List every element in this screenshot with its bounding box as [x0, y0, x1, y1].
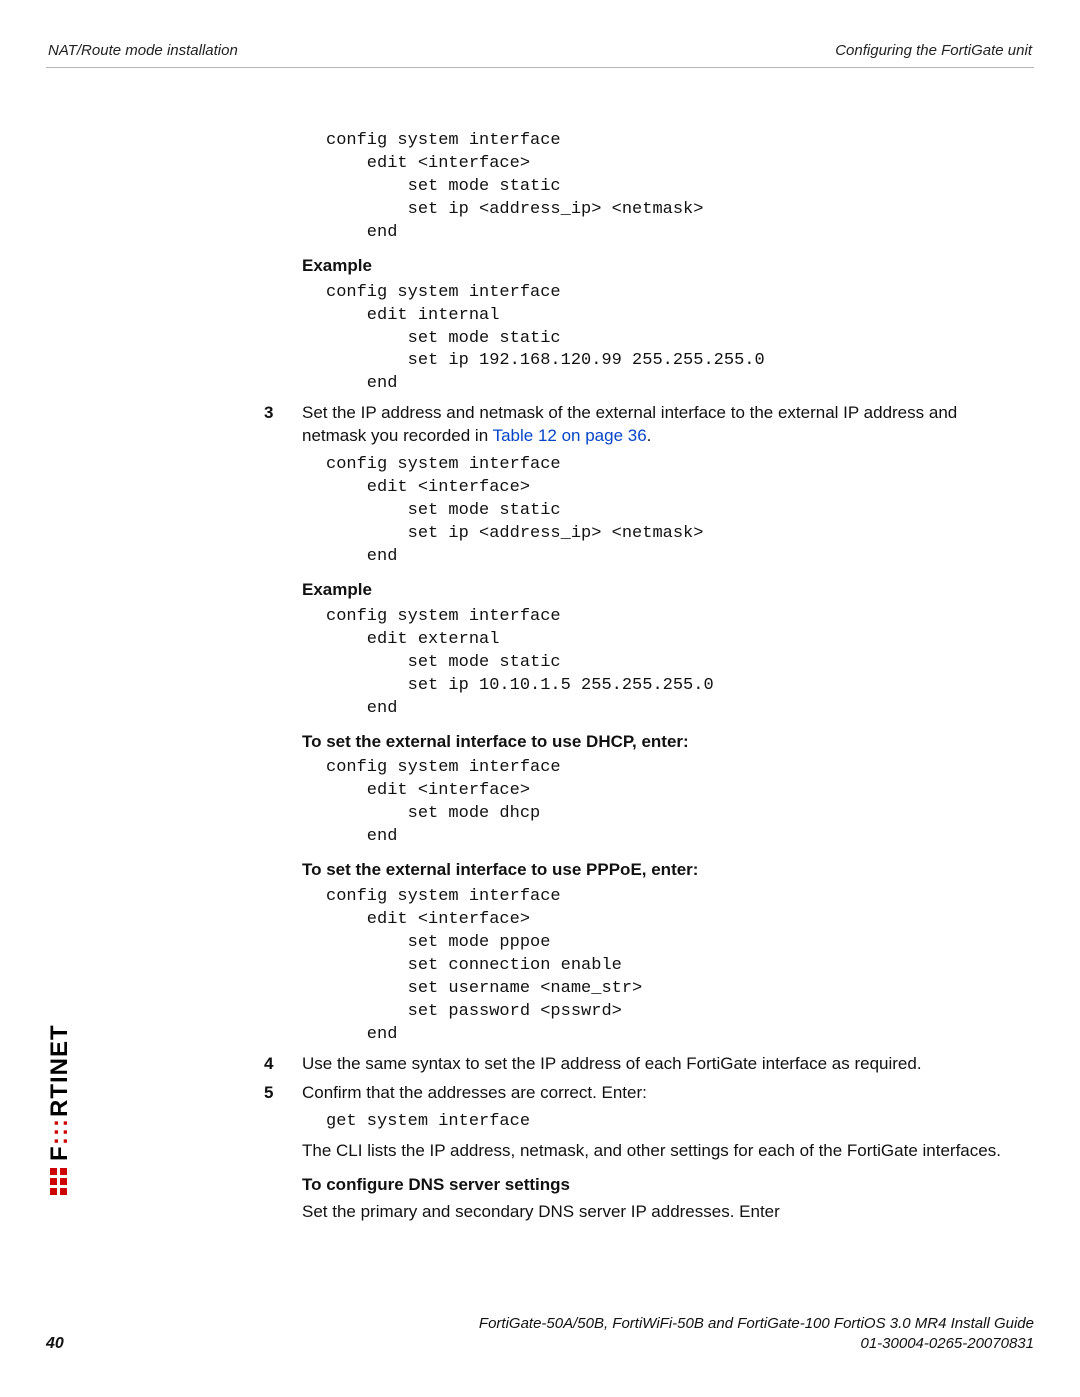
page-number: 40	[46, 1335, 64, 1353]
code-block-2: config system interface edit internal se…	[326, 282, 1014, 397]
svg-text:F: F	[46, 1145, 73, 1161]
document-page: NAT/Route mode installation Configuring …	[0, 0, 1080, 1397]
code-block-5: config system interface edit <interface>…	[326, 757, 1014, 849]
fortinet-logo-icon: F ::: RTINET	[40, 1005, 80, 1195]
page-content: config system interface edit <interface>…	[46, 68, 1034, 1224]
svg-text::::: :::	[46, 1118, 73, 1145]
dns-text: Set the primary and secondary DNS server…	[302, 1201, 1014, 1224]
step-3-text-b: .	[647, 426, 652, 445]
dns-heading: To configure DNS server settings	[302, 1174, 1014, 1197]
code-block-6: config system interface edit <interface>…	[326, 886, 1014, 1047]
header-left: NAT/Route mode installation	[48, 42, 238, 59]
step-4-text: Use the same syntax to set the IP addres…	[302, 1054, 922, 1073]
example-heading-2: Example	[302, 579, 1014, 602]
example-heading-1: Example	[302, 255, 1014, 278]
code-block-3: config system interface edit <interface>…	[326, 454, 1014, 569]
footer-line-1: FortiGate-50A/50B, FortiWiFi-50B and For…	[479, 1314, 1034, 1334]
footer-right: FortiGate-50A/50B, FortiWiFi-50B and For…	[479, 1314, 1034, 1353]
code-block-4: config system interface edit external se…	[326, 606, 1014, 721]
step-3: 3 Set the IP address and netmask of the …	[302, 402, 1014, 448]
code-block-1: config system interface edit <interface>…	[326, 130, 1014, 245]
footer-line-2: 01-30004-0265-20070831	[479, 1334, 1034, 1354]
step-5-text: Confirm that the addresses are correct. …	[302, 1083, 647, 1102]
svg-text:RTINET: RTINET	[46, 1024, 73, 1117]
step-5: 5 Confirm that the addresses are correct…	[302, 1082, 1014, 1105]
code-block-7: get system interface	[326, 1111, 1014, 1134]
dhcp-heading: To set the external interface to use DHC…	[302, 731, 1014, 754]
step-number-4: 4	[264, 1053, 273, 1076]
step-number-5: 5	[264, 1082, 273, 1105]
cli-description: The CLI lists the IP address, netmask, a…	[302, 1140, 1014, 1163]
page-header: NAT/Route mode installation Configuring …	[46, 42, 1034, 68]
header-right: Configuring the FortiGate unit	[835, 42, 1032, 59]
pppoe-heading: To set the external interface to use PPP…	[302, 859, 1014, 882]
step-number-3: 3	[264, 402, 273, 425]
step-4: 4 Use the same syntax to set the IP addr…	[302, 1053, 1014, 1076]
cross-ref-link[interactable]: Table 12 on page 36	[493, 426, 647, 445]
